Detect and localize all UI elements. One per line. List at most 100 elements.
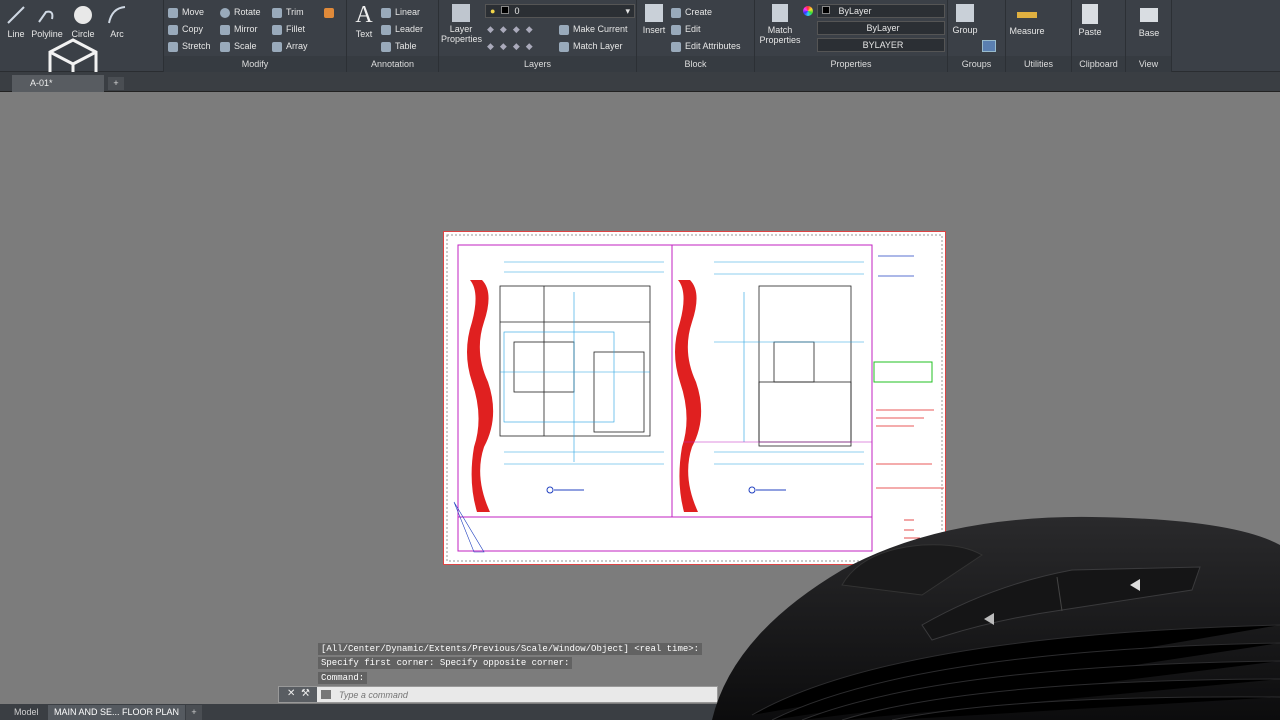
move-button[interactable]: Move (168, 5, 204, 19)
text-icon: A (355, 2, 373, 28)
match-properties-label: Match Properties (759, 25, 801, 45)
modify-panel-title[interactable]: Modify (164, 56, 346, 72)
layer-stack-icon (452, 4, 470, 22)
scale-button[interactable]: Scale (220, 39, 257, 53)
insert-block-icon (645, 4, 663, 22)
layer-properties-button[interactable]: Layer Properties (441, 4, 483, 44)
create-block-button[interactable]: Create (671, 5, 712, 19)
paste-label: Paste (1078, 27, 1102, 37)
line-button[interactable]: Line (4, 4, 28, 39)
stretch-button[interactable]: Stretch (168, 39, 211, 53)
fillet-button[interactable]: Fillet (272, 22, 305, 36)
match-properties-icon (772, 4, 788, 22)
layer-properties-label: Layer Properties (441, 24, 483, 44)
leader-button[interactable]: Leader (381, 22, 423, 36)
annotation-panel-title[interactable]: Annotation (347, 56, 438, 72)
annotation-panel: A Text Linear Leader Table Annotation (347, 0, 439, 72)
command-line-controls: ✕ ⚒ (279, 687, 317, 702)
mirror-button[interactable]: Mirror (220, 22, 258, 36)
circle-button[interactable]: Circle (68, 4, 98, 39)
drawing-tab-label: A-01* (30, 78, 53, 88)
clipboard-panel-title[interactable]: Clipboard (1072, 56, 1125, 72)
ribbon: Line Polyline Circle Arc Move Rotate Tri… (0, 0, 1280, 90)
command-history-line-1: [All/Center/Dynamic/Extents/Previous/Sca… (318, 643, 703, 655)
new-tab-button[interactable]: + (108, 77, 124, 90)
base-view-icon (1140, 8, 1158, 22)
layer-dropdown[interactable]: ● 0 ▾ (485, 4, 635, 18)
group-button[interactable]: Group (950, 4, 980, 35)
arc-button[interactable]: Arc (104, 4, 130, 39)
draw-panel: Line Polyline Circle Arc (0, 0, 164, 90)
table-icon (381, 41, 391, 52)
command-prompt-icon[interactable] (321, 690, 331, 699)
polyline-icon (38, 10, 54, 23)
array-button[interactable]: Array (272, 39, 308, 53)
match-properties-button[interactable]: Match Properties (757, 4, 803, 45)
wrench-icon[interactable]: ⚒ (301, 688, 310, 699)
lineweight-dropdown[interactable]: BYLAYER (817, 38, 945, 52)
edit-block-icon (671, 24, 681, 35)
file-tab-bar: A-01* + (0, 72, 1280, 92)
color-dropdown[interactable]: ByLayer (817, 4, 945, 18)
make-current-button[interactable]: Make Current (559, 22, 628, 36)
table-label: Table (395, 41, 417, 51)
copy-button[interactable]: Copy (168, 22, 203, 36)
current-layer-value: 0 (514, 6, 520, 16)
edit-block-button[interactable]: Edit (671, 22, 701, 36)
stretch-label: Stretch (182, 41, 211, 51)
line-icon (7, 6, 25, 24)
base-view-button[interactable]: Base (1134, 4, 1164, 38)
properties-panel-title[interactable]: Properties (755, 56, 947, 72)
fillet-label: Fillet (286, 24, 306, 34)
move-icon (168, 7, 178, 18)
layers-panel-title[interactable]: Layers (439, 56, 636, 72)
text-button[interactable]: A Text (351, 2, 377, 39)
edit-attributes-icon (671, 41, 681, 52)
match-layer-icon (559, 41, 569, 52)
command-line: ✕ ⚒ (278, 686, 718, 703)
group-select-icon[interactable] (982, 40, 996, 52)
circle-icon (74, 6, 92, 24)
layer-tools-icons-row2[interactable]: ◆◆◆◆ (487, 39, 539, 53)
block-panel: Insert Create Edit Edit Attributes Block (637, 0, 755, 72)
plus-icon: + (113, 78, 119, 88)
layer-tools-icons[interactable]: ◆◆◆◆ (487, 22, 539, 36)
linetype-dropdown[interactable]: ByLayer (817, 21, 945, 35)
array-label: Array (286, 41, 308, 51)
arc-icon (108, 6, 126, 24)
block-panel-title[interactable]: Block (637, 56, 754, 72)
group-label: Group (952, 25, 978, 35)
make-current-icon (559, 24, 569, 35)
view-panel-title[interactable]: View (1126, 56, 1171, 72)
utilities-panel: Measure Utilities (1006, 0, 1072, 72)
edit-attributes-label: Edit Attributes (685, 41, 741, 51)
linear-dimension-button[interactable]: Linear (381, 5, 420, 19)
utilities-panel-title[interactable]: Utilities (1006, 56, 1071, 72)
new-layout-button[interactable]: + (186, 705, 202, 720)
layout-tab-floor-plan[interactable]: MAIN AND SE... FLOOR PLAN (48, 705, 186, 720)
groups-panel: Group Groups (948, 0, 1006, 72)
paste-button[interactable]: Paste (1076, 4, 1104, 37)
edit-attributes-button[interactable]: Edit Attributes (671, 39, 741, 53)
close-icon[interactable]: ✕ (287, 688, 295, 699)
drawing-tab[interactable]: A-01* (12, 75, 104, 92)
copy-label: Copy (182, 24, 204, 34)
array-icon (272, 41, 282, 52)
trim-label: Trim (286, 7, 304, 17)
measure-icon (1017, 12, 1037, 18)
groups-panel-title[interactable]: Groups (948, 56, 1005, 72)
table-button[interactable]: Table (381, 39, 417, 53)
command-input[interactable] (339, 688, 709, 701)
properties-panel: Match Properties ByLayer ByLayer BYLAYER… (755, 0, 948, 72)
insert-button[interactable]: Insert (639, 4, 669, 35)
scale-label: Scale (234, 41, 257, 51)
mirror-label: Mirror (234, 24, 258, 34)
chevron-down-icon: ▾ (625, 6, 630, 16)
match-layer-button[interactable]: Match Layer (559, 39, 623, 53)
polyline-button[interactable]: Polyline (30, 4, 64, 39)
model-tab[interactable]: Model (8, 705, 45, 720)
rotate-button[interactable]: Rotate (220, 5, 261, 19)
measure-button[interactable]: Measure (1008, 4, 1046, 36)
trim-button[interactable]: Trim (272, 5, 304, 19)
erase-button[interactable] (324, 5, 338, 19)
